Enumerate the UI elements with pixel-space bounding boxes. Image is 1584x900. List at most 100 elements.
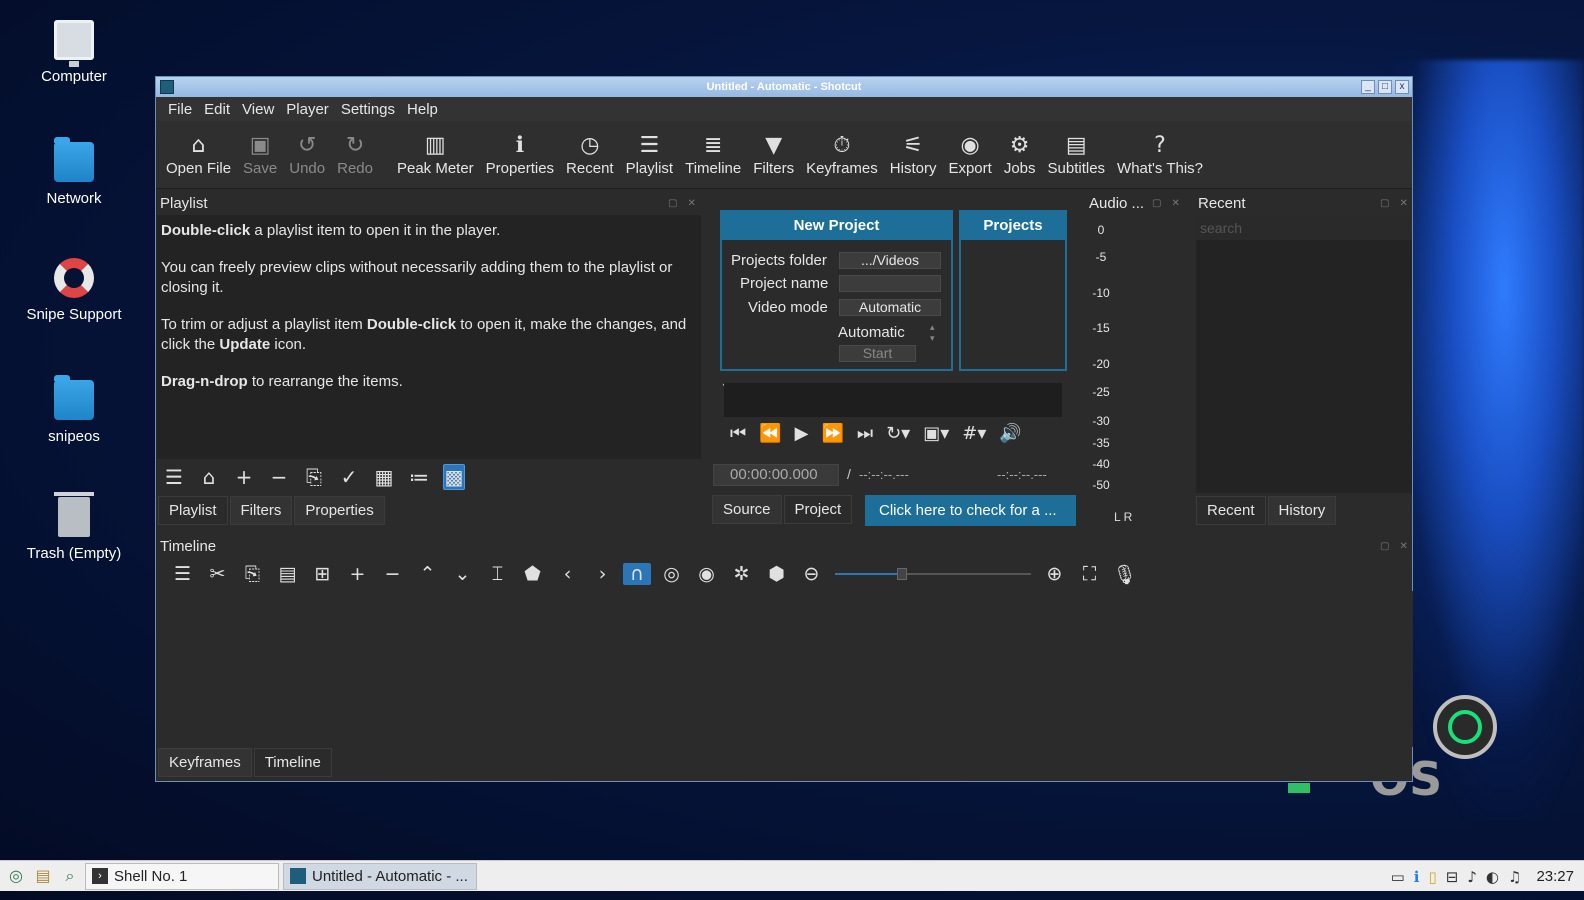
- update-shield-icon[interactable]: ◐: [1486, 868, 1499, 886]
- paste-icon[interactable]: ▤: [270, 563, 305, 585]
- audio-float-icon[interactable]: ▢: [1152, 198, 1161, 209]
- notification-bell-icon[interactable]: ♪: [1467, 868, 1477, 886]
- timeline-menu-icon[interactable]: ☰: [165, 563, 200, 585]
- desktop-icon-trash[interactable]: Trash (Empty): [4, 492, 144, 562]
- add-icon[interactable]: +: [233, 465, 255, 489]
- project-name-input[interactable]: [839, 275, 941, 292]
- recent-close-icon[interactable]: ✕: [1399, 198, 1407, 209]
- marker-icon[interactable]: ⬟: [515, 563, 550, 585]
- timeline-area[interactable]: [157, 591, 1413, 747]
- desktop-icon-computer[interactable]: Computer: [4, 20, 144, 85]
- play-icon[interactable]: ▶: [795, 423, 809, 444]
- volume-icon[interactable]: 🔊: [999, 423, 1021, 444]
- properties-button[interactable]: ℹ Properties: [480, 132, 560, 177]
- menu-player[interactable]: Player: [280, 101, 335, 118]
- grid-view-icon[interactable]: ▩: [443, 464, 465, 490]
- zoom-fit-icon[interactable]: ⛶: [1072, 563, 1107, 585]
- snap-magnet-icon[interactable]: ∩: [623, 563, 651, 585]
- network-icon[interactable]: ⊟: [1446, 868, 1459, 886]
- checkmark-icon[interactable]: ✓: [338, 465, 360, 489]
- minimize-button[interactable]: _: [1361, 80, 1375, 94]
- projects-folder-button[interactable]: .../Videos: [839, 252, 941, 269]
- playlist-float-icon[interactable]: ▢: [668, 198, 677, 209]
- task-shell[interactable]: › Shell No. 1: [85, 862, 279, 890]
- recent-list[interactable]: [1196, 240, 1412, 493]
- tab-playlist[interactable]: Playlist: [158, 496, 228, 525]
- history-button[interactable]: ⚟ History: [884, 132, 943, 177]
- tab-filters[interactable]: Filters: [229, 496, 293, 525]
- filters-button[interactable]: ▼ Filters: [747, 132, 800, 177]
- zoom-slider[interactable]: [835, 566, 1031, 582]
- update-check-button[interactable]: Click here to check for a ...: [865, 495, 1076, 526]
- append-icon[interactable]: ⊞: [305, 563, 340, 585]
- playlist-close-icon[interactable]: ✕: [687, 198, 695, 209]
- window-titlebar[interactable]: Untitled - Automatic - Shotcut _ □ x: [156, 77, 1412, 97]
- desktop-icon-snipeos[interactable]: snipeos: [4, 375, 144, 445]
- jobs-button[interactable]: ⚙ Jobs: [998, 132, 1042, 177]
- save-button[interactable]: ▣ Save: [237, 132, 283, 177]
- zoom-in-icon[interactable]: ⊕: [1037, 563, 1072, 585]
- fast-forward-icon[interactable]: ⏩: [821, 423, 843, 444]
- cut-icon[interactable]: ✂: [200, 563, 235, 585]
- menu-help[interactable]: Help: [401, 101, 444, 118]
- tab-source[interactable]: Source: [712, 495, 782, 524]
- skip-previous-icon[interactable]: ⏮: [730, 423, 746, 444]
- video-mode-select[interactable]: Automatic: [839, 299, 941, 316]
- previous-marker-icon[interactable]: ‹: [550, 563, 585, 585]
- remove-icon[interactable]: −: [268, 465, 290, 489]
- audio-close-icon[interactable]: ✕: [1171, 198, 1179, 209]
- grid-icon[interactable]: #▾: [962, 423, 986, 444]
- scrub-eye-icon[interactable]: ◎: [654, 563, 689, 585]
- keyframes-button[interactable]: ⏱ Keyframes: [800, 132, 884, 177]
- ripple-icon[interactable]: ◉: [689, 563, 724, 585]
- timecode-input[interactable]: 00:00:00.000: [713, 464, 839, 486]
- redo-button[interactable]: ↻ Redo: [331, 132, 379, 177]
- subtitles-button[interactable]: ▤ Subtitles: [1042, 132, 1112, 177]
- open-folder-icon[interactable]: ⌂: [198, 465, 220, 489]
- close-button[interactable]: x: [1395, 80, 1409, 94]
- remove-icon[interactable]: −: [375, 563, 410, 585]
- playlist-help-area[interactable]: Double-click a playlist item to open it …: [157, 215, 701, 459]
- rewind-icon[interactable]: ⏪: [759, 423, 781, 444]
- tab-recent[interactable]: Recent: [1196, 496, 1266, 525]
- menu-view[interactable]: View: [236, 101, 280, 118]
- tab-history[interactable]: History: [1267, 496, 1337, 525]
- start-button[interactable]: Start: [839, 345, 916, 362]
- playlist-button[interactable]: ☰ Playlist: [620, 132, 680, 177]
- notes-icon[interactable]: ▯: [1428, 868, 1436, 886]
- recent-search-input[interactable]: search: [1196, 216, 1412, 240]
- timeline-float-icon[interactable]: ▢: [1380, 541, 1389, 552]
- start-menu-icon[interactable]: ◎: [5, 865, 27, 887]
- volume-icon[interactable]: ♫: [1508, 868, 1521, 886]
- details-view-icon[interactable]: ▦: [373, 465, 395, 489]
- menu-settings[interactable]: Settings: [335, 101, 401, 118]
- tab-properties[interactable]: Properties: [294, 496, 385, 525]
- update-icon[interactable]: ⎘: [303, 465, 325, 489]
- loop-icon[interactable]: ↻▾: [886, 423, 910, 444]
- next-marker-icon[interactable]: ›: [585, 563, 620, 585]
- copy-icon[interactable]: ⎘: [235, 563, 270, 585]
- search-icon[interactable]: ⌕: [59, 865, 81, 887]
- menu-file[interactable]: File: [162, 101, 198, 118]
- undo-button[interactable]: ↺ Undo: [283, 132, 331, 177]
- file-manager-icon[interactable]: ▤: [32, 865, 54, 887]
- tab-timeline[interactable]: Timeline: [253, 748, 332, 777]
- spin-arrows-icon[interactable]: ▴ ▾: [930, 322, 935, 344]
- desktop-icon-network[interactable]: Network: [4, 137, 144, 207]
- zoom-slider-handle[interactable]: [897, 568, 907, 580]
- zoom-out-icon[interactable]: ⊖: [794, 563, 829, 585]
- export-button[interactable]: ◉ Export: [942, 132, 997, 177]
- peak-meter-button[interactable]: ▥ Peak Meter: [391, 132, 480, 177]
- recent-float-icon[interactable]: ▢: [1380, 198, 1389, 209]
- tab-keyframes[interactable]: Keyframes: [158, 748, 252, 777]
- playlist-menu-icon[interactable]: ☰: [163, 465, 185, 489]
- lift-icon[interactable]: ⌃: [410, 563, 445, 585]
- add-icon[interactable]: +: [340, 563, 375, 585]
- window-list-icon[interactable]: ▭: [1391, 868, 1405, 886]
- zoom-fit-icon[interactable]: ▣▾: [923, 423, 949, 444]
- ripple-markers-icon[interactable]: ⬢: [759, 563, 794, 585]
- whats-this-button[interactable]: ? What's This?: [1111, 132, 1209, 177]
- maximize-button[interactable]: □: [1378, 80, 1392, 94]
- clock[interactable]: 23:27: [1536, 868, 1574, 885]
- skip-next-icon[interactable]: ⏭: [857, 423, 873, 444]
